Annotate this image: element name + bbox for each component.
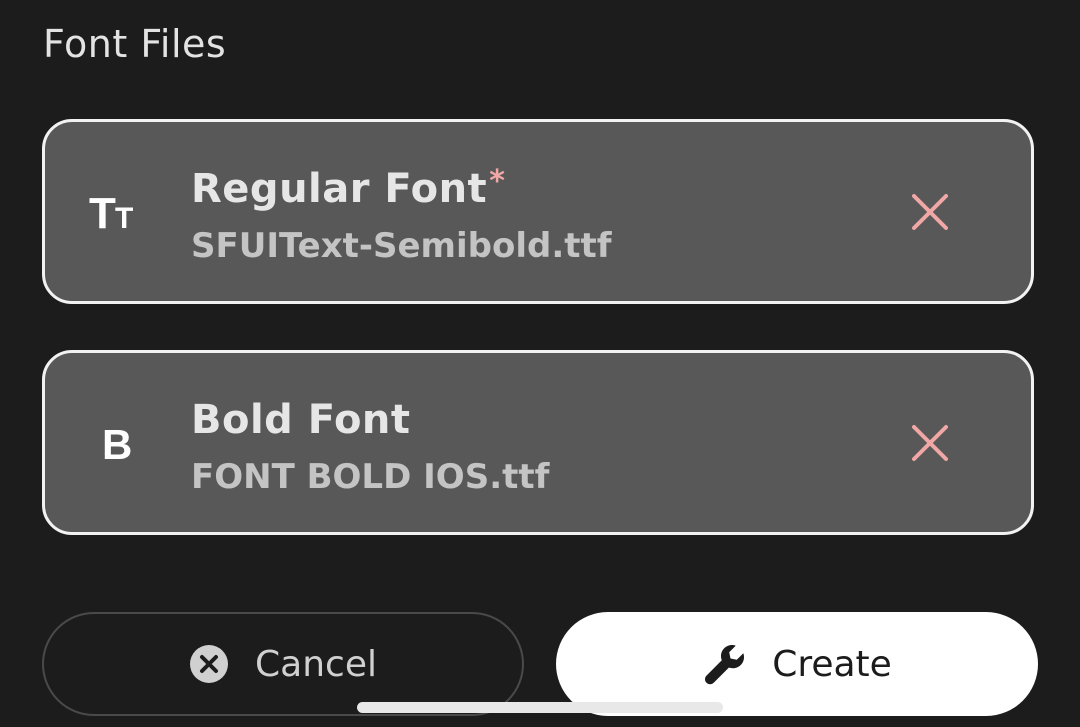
regular-font-label: Regular Font* <box>191 164 506 212</box>
close-icon <box>912 424 948 461</box>
cancel-button-label: Cancel <box>255 643 377 685</box>
regular-font-filename: SFUIText-Semibold.ttf <box>191 226 612 266</box>
svg-text:T: T <box>115 202 133 235</box>
cancel-button[interactable]: Cancel <box>42 612 524 716</box>
bold-font-card[interactable]: B Bold Font FONT BOLD IOS.ttf <box>42 350 1034 535</box>
home-indicator[interactable] <box>357 702 723 713</box>
required-mark: * <box>489 164 506 199</box>
bold-font-filename: FONT BOLD IOS.ttf <box>191 457 550 497</box>
cancel-circle-icon <box>189 644 229 684</box>
create-button[interactable]: Create <box>556 612 1038 716</box>
section-title: Font Files <box>43 22 227 66</box>
svg-text:T: T <box>89 189 116 238</box>
bold-icon: B <box>89 413 149 473</box>
svg-text:B: B <box>102 421 132 468</box>
text-size-icon: T T <box>89 182 149 242</box>
create-button-label: Create <box>772 643 892 685</box>
remove-bold-font-button[interactable] <box>905 418 955 468</box>
regular-font-card[interactable]: T T Regular Font* SFUIText-Semibold.ttf <box>42 119 1034 304</box>
bold-font-label: Bold Font <box>191 397 411 443</box>
remove-regular-font-button[interactable] <box>905 187 955 237</box>
wrench-icon <box>702 642 746 686</box>
close-icon <box>912 193 948 230</box>
